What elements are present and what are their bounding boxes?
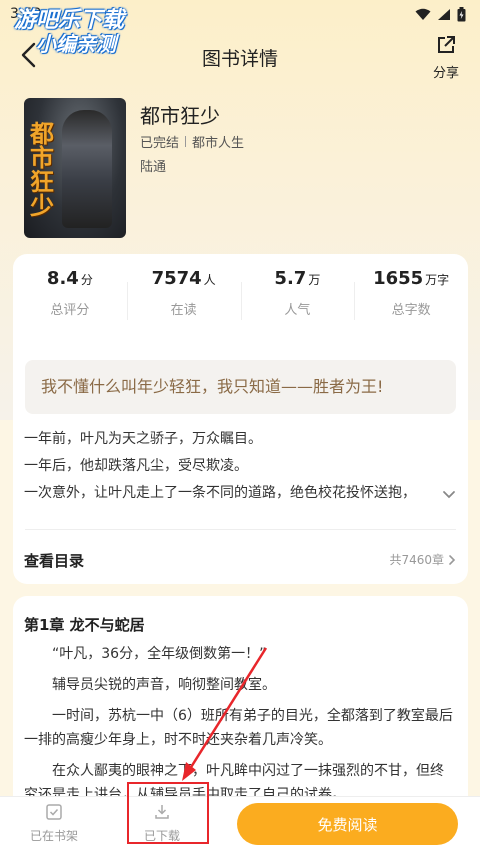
book-description[interactable]: 一年前，叶凡为天之骄子，万众瞩目。 一年后，他却跌落凡尘，受尽欺凌。 一次意外，… [24, 426, 454, 507]
stat-value: 1655 [373, 268, 424, 289]
description-line: 一次意外，让叶凡走上了一条不同的道路，绝色校花投怀送抱， [24, 485, 416, 501]
chevron-right-icon [449, 554, 456, 565]
chevron-down-icon [443, 491, 455, 499]
chapter-count: 共7460章 [389, 553, 444, 567]
stat-value: 5.7 [274, 268, 307, 289]
stat-unit: 人 [203, 273, 216, 287]
meta-separator [185, 136, 187, 147]
share-icon [438, 36, 455, 53]
bookshelf-check-icon [46, 804, 62, 820]
annotation-highlight-box [127, 782, 209, 844]
battery-icon [457, 6, 466, 21]
stat-unit: 万 [308, 273, 321, 287]
expand-description-button[interactable] [440, 486, 458, 504]
stat-popularity: 5.7 万 人气 [240, 268, 355, 332]
cover-figure [62, 110, 112, 228]
stat-readers: 7574 人 在读 [126, 268, 241, 332]
chapter-paragraph: “叶凡，36分，全年级倒数第一！” [52, 646, 267, 662]
free-read-button[interactable]: 免费阅读 [237, 803, 458, 845]
in-shelf-button[interactable]: 已在书架 [19, 803, 89, 844]
signal-icon [438, 8, 450, 20]
wifi-icon [415, 8, 431, 20]
stat-value: 8.4 [46, 268, 79, 289]
stat-value: 7574 [151, 268, 202, 289]
book-status: 已完结 [140, 136, 180, 151]
cover-title: 都市狂少 [30, 119, 54, 220]
stat-label: 总评分 [50, 303, 90, 318]
divider [25, 529, 456, 530]
bottom-action-bar: 已在书架 已下载 免费阅读 [0, 796, 480, 853]
toc-count-link[interactable]: 共7460章 [389, 551, 456, 568]
toc-link[interactable]: 查看目录 [24, 550, 84, 571]
book-cover[interactable]: 都市狂少 [24, 98, 126, 238]
chapter-paragraph: 辅导员尖锐的声音，响彻整间教室。 [52, 677, 276, 693]
description-line: 一年前，叶凡为天之骄子，万众瞩目。 [24, 431, 262, 447]
chapter-title: 第1章 龙不与蛇居 [24, 616, 145, 634]
chapter-preview-card[interactable]: 第1章 龙不与蛇居 “叶凡，36分，全年级倒数第一！” 辅导员尖锐的声音，响彻整… [13, 596, 468, 806]
tagline-quote: 我不懂什么叫年少轻狂，我只知道——胜者为王! [25, 360, 456, 414]
book-title: 都市狂少 [140, 104, 220, 128]
watermark-logo: 游吧乐下载 小编亲测 [14, 8, 124, 56]
book-info: 都市狂少 都市狂少 已完结 都市人生 陆通 [24, 98, 464, 238]
watermark-line2: 小编亲测 [36, 32, 116, 57]
book-detail-card: 8.4 分 总评分 7574 人 在读 5.7 万 人气 1655 万字 总字数 我不懂… [13, 254, 468, 584]
in-shelf-label: 已在书架 [29, 829, 78, 843]
stat-label: 总字数 [391, 303, 431, 318]
book-author[interactable]: 陆通 [140, 156, 166, 175]
status-icons [415, 6, 466, 22]
share-label: 分享 [432, 66, 459, 81]
stat-rating: 8.4 分 总评分 [13, 268, 127, 332]
stat-word-count: 1655 万字 总字数 [354, 268, 468, 332]
stat-label: 在读 [170, 303, 197, 318]
chapter-paragraph: 一时间，苏杭一中（6）班所有弟子的目光，全都落到了教室最后一排的高瘦少年身上，时… [24, 708, 453, 748]
chapter-body: “叶凡，36分，全年级倒数第一！” 辅导员尖锐的声音，响彻整间教室。 一时间，苏… [24, 642, 456, 806]
share-button[interactable]: 分享 [428, 34, 464, 81]
book-category[interactable]: 都市人生 [192, 132, 244, 151]
description-line: 一年后，他却跌落凡尘，受尽欺凌。 [24, 458, 248, 474]
stat-unit: 分 [80, 273, 93, 287]
stat-unit: 万字 [425, 273, 450, 287]
book-meta: 已完结 都市人生 [140, 132, 244, 151]
stats-row: 8.4 分 总评分 7574 人 在读 5.7 万 人气 1655 万字 总字数 [13, 268, 468, 332]
stat-label: 人气 [284, 303, 311, 318]
watermark-line1: 游吧乐下载 [14, 8, 125, 33]
